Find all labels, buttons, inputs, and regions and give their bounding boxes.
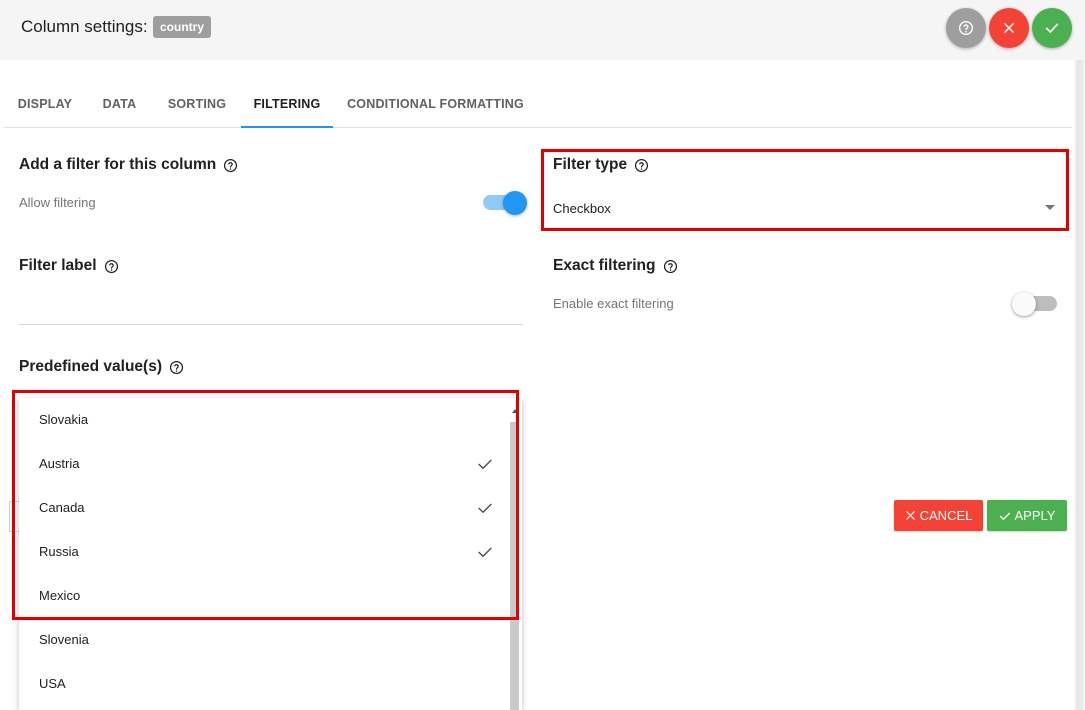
list-item[interactable]: Russia <box>19 530 509 574</box>
apply-label: APPLY <box>1014 508 1056 523</box>
cancel-label: CANCEL <box>919 508 973 523</box>
list-item[interactable]: USA <box>19 662 509 706</box>
list-item[interactable]: Slovakia <box>19 398 509 442</box>
filter-label-input[interactable] <box>19 290 523 324</box>
check-icon <box>478 503 492 513</box>
dialog-header: Column settings: country <box>0 0 1085 60</box>
help-button[interactable] <box>946 8 986 48</box>
chevron-down-icon <box>1045 205 1055 210</box>
tab-sorting[interactable]: SORTING <box>153 80 241 128</box>
tab-filtering[interactable]: FILTERING <box>241 80 333 128</box>
filter-type-title: Filter type <box>553 156 628 173</box>
filter-label-title: Filter label <box>19 257 97 274</box>
filter-type-heading: Filter type <box>553 156 649 174</box>
predefined-values-heading: Predefined value(s) <box>19 358 184 376</box>
add-filter-heading: Add a filter for this column <box>19 156 238 174</box>
option-label: Canada <box>39 500 85 515</box>
check-icon <box>999 512 1010 520</box>
option-label: Slovakia <box>39 412 89 427</box>
check-icon <box>478 459 492 469</box>
list-item[interactable]: Austria <box>19 442 509 486</box>
help-icon[interactable] <box>634 158 649 173</box>
list-item[interactable]: Slovenia <box>19 618 509 662</box>
scroll-up-arrow-icon[interactable] <box>512 409 518 413</box>
allow-filtering-label: Allow filtering <box>19 195 96 210</box>
dialog-title: Column settings: <box>21 17 148 36</box>
page-scrollbar[interactable] <box>1074 60 1085 710</box>
help-circle-icon <box>959 21 973 35</box>
predefined-values-dropdown: Slovakia Austria Canada Russia Mexico Sl… <box>19 398 522 710</box>
apply-button[interactable]: APPLY <box>987 500 1067 531</box>
check-icon <box>478 547 492 557</box>
option-label: Slovenia <box>39 632 89 647</box>
option-label: Russia <box>39 544 79 559</box>
list-item[interactable]: Canada <box>19 486 509 530</box>
filter-type-value: Checkbox <box>553 201 611 216</box>
dropdown-scrollbar[interactable] <box>510 422 519 710</box>
help-icon[interactable] <box>223 158 238 173</box>
add-filter-title: Add a filter for this column <box>19 156 217 173</box>
tab-data[interactable]: DATA <box>86 80 153 128</box>
option-label: Austria <box>39 456 80 471</box>
close-button[interactable] <box>989 8 1029 48</box>
close-icon <box>1004 23 1014 33</box>
exact-filtering-label: Enable exact filtering <box>553 296 674 311</box>
option-label: Mexico <box>39 588 81 603</box>
filter-label-underline <box>19 324 523 325</box>
tab-display[interactable]: DISPLAY <box>4 80 86 128</box>
cancel-button[interactable]: CANCEL <box>894 500 983 531</box>
close-icon <box>905 511 915 520</box>
filter-label-heading: Filter label <box>19 257 119 275</box>
tab-conditional-formatting[interactable]: CONDITIONAL FORMATTING <box>333 80 538 128</box>
exact-filtering-title: Exact filtering <box>553 257 656 274</box>
column-settings-dialog: Column settings: country DISPLAY DATA SO… <box>0 0 1085 710</box>
help-icon[interactable] <box>663 259 678 274</box>
option-label: USA <box>39 676 66 691</box>
help-icon[interactable] <box>169 360 184 375</box>
settings-tabs: DISPLAY DATA SORTING FILTERING CONDITION… <box>4 80 1072 128</box>
help-icon[interactable] <box>104 259 119 274</box>
column-name-badge: country <box>153 16 212 38</box>
exact-filtering-heading: Exact filtering <box>553 257 678 275</box>
list-item[interactable]: Mexico <box>19 574 509 618</box>
confirm-button[interactable] <box>1032 8 1072 48</box>
check-icon <box>1045 23 1059 33</box>
predefined-values-title: Predefined value(s) <box>19 358 162 375</box>
